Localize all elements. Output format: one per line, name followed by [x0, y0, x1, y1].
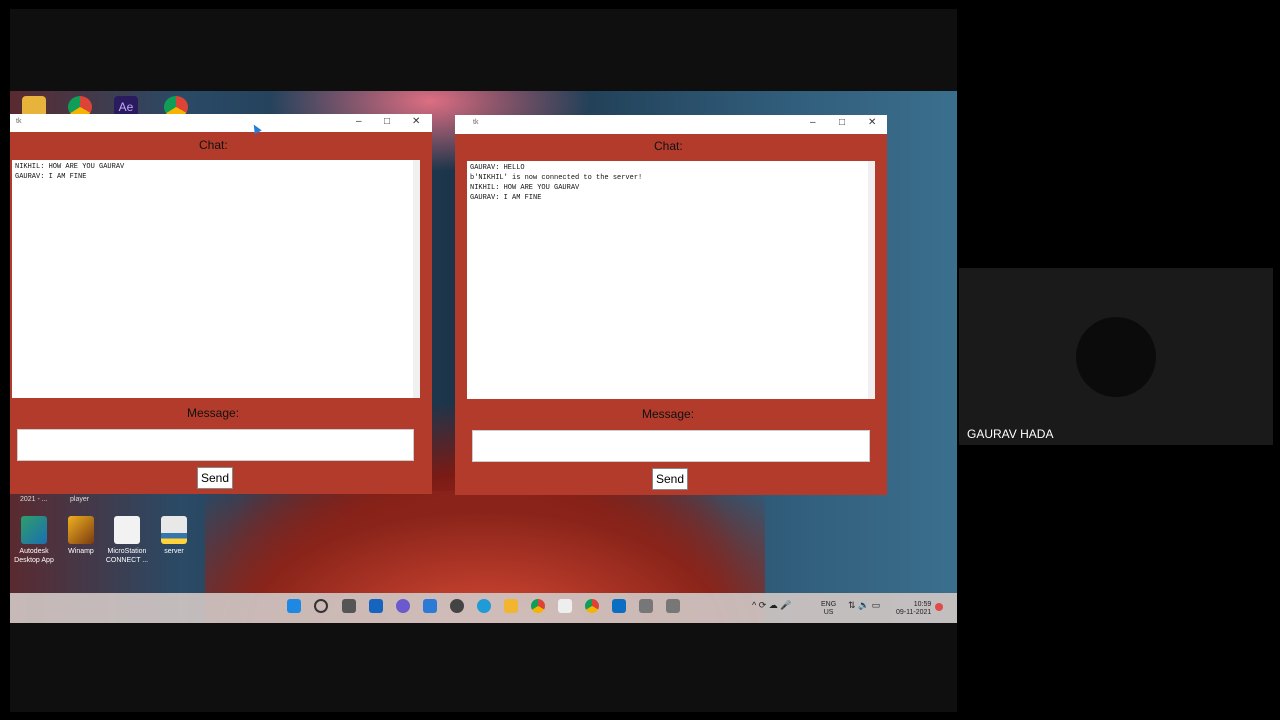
close-icon[interactable]: ✕ [412, 116, 420, 127]
window-titlebar[interactable]: tk – □ ✕ [455, 115, 887, 134]
chat-line: GAURAV: I AM FINE [15, 173, 87, 181]
desktop-icon-autodesk[interactable]: Autodesk Desktop App [8, 516, 60, 565]
window-title: tk [473, 119, 479, 126]
chat-history[interactable]: NIKHIL: HOW ARE YOU GAURAV GAURAV: I AM … [12, 160, 420, 398]
widgets-icon[interactable] [369, 599, 383, 613]
scrollbar[interactable] [413, 160, 420, 398]
region-code: US [823, 609, 834, 616]
chat-label: Chat: [654, 139, 683, 153]
message-label: Message: [642, 407, 695, 421]
language-indicator[interactable]: ENG US [821, 601, 836, 617]
desktop-icon-label: Autodesk Desktop App [14, 548, 54, 564]
autodesk-icon [21, 516, 47, 544]
desktop-icon-label: Winamp [68, 548, 94, 555]
chrome-taskbar-icon-2[interactable] [585, 599, 599, 613]
windows-start-icon[interactable] [287, 599, 301, 613]
desktop-icon-winamp[interactable]: Winamp [55, 516, 107, 556]
desktop-caption: 2021 - ... [20, 496, 48, 503]
message-label: Message: [187, 406, 240, 420]
send-button[interactable]: Send [652, 468, 688, 490]
chat-app-icon[interactable] [396, 599, 410, 613]
maximize-icon[interactable]: □ [384, 116, 390, 127]
desktop-icon-microstation[interactable]: MicroStation CONNECT ... [101, 516, 153, 565]
chat-line: NIKHIL: HOW ARE YOU GAURAV [15, 163, 125, 171]
window-titlebar[interactable]: tk – □ ✕ [10, 114, 432, 132]
minimize-icon[interactable]: – [356, 116, 362, 127]
close-icon[interactable]: ✕ [868, 117, 876, 128]
message-input[interactable] [472, 430, 870, 462]
chat-window-left: tk – □ ✕ Chat: NIKHIL: HOW ARE YOU GAURA… [10, 114, 432, 494]
chat-line: NIKHIL: HOW ARE YOU GAURAV [470, 184, 580, 192]
chat-label: Chat: [199, 138, 228, 152]
minimize-icon[interactable]: – [810, 117, 816, 128]
lang-code: ENG [821, 601, 837, 608]
file-explorer-icon[interactable] [504, 599, 518, 613]
vscode-icon[interactable] [612, 599, 626, 613]
maximize-icon[interactable]: □ [839, 117, 845, 128]
edge-icon[interactable] [477, 599, 491, 613]
desktop-icon-label: server [164, 548, 184, 555]
desktop-icon-server[interactable]: server [148, 516, 200, 556]
clock-time: 10:59 [913, 601, 932, 608]
python-icon[interactable] [639, 599, 653, 613]
search-icon[interactable] [314, 599, 328, 613]
python-icon-2[interactable] [666, 599, 680, 613]
winamp-icon [68, 516, 94, 544]
task-view-icon[interactable] [342, 599, 356, 613]
send-button[interactable]: Send [197, 467, 233, 489]
desktop-icon-label: MicroStation CONNECT ... [105, 548, 149, 564]
avatar [1076, 317, 1156, 397]
store-icon[interactable] [423, 599, 437, 613]
clock-date: 09-11-2021 [896, 609, 932, 616]
participant-tile[interactable]: GAURAV HADA [959, 268, 1273, 445]
clock[interactable]: 10:59 09-11-2021 [896, 601, 931, 617]
chat-line: GAURAV: HELLO [470, 164, 525, 172]
notepad-icon[interactable] [558, 599, 572, 613]
chat-window-right: tk – □ ✕ Chat: GAURAV: HELLO b'NIKHIL' i… [455, 115, 887, 495]
python-file-icon [161, 516, 187, 544]
tray-icons[interactable]: ^ ⟳ ☁ 🎤 [752, 601, 791, 610]
message-input[interactable] [17, 429, 414, 461]
chat-line: b'NIKHIL' is now connected to the server… [470, 174, 643, 182]
chat-history[interactable]: GAURAV: HELLO b'NIKHIL' is now connected… [467, 161, 875, 399]
scrollbar[interactable] [868, 161, 875, 399]
chat-line: GAURAV: I AM FINE [470, 194, 542, 202]
file-icon [114, 516, 140, 544]
desktop-caption: player [70, 496, 90, 503]
notification-icon[interactable] [935, 603, 943, 611]
chrome-taskbar-icon[interactable] [531, 599, 545, 613]
participant-name: GAURAV HADA [967, 427, 1054, 441]
window-title: tk [16, 118, 22, 125]
system-icons[interactable]: ⇅ 🔊 ▭ [848, 601, 880, 610]
dell-icon[interactable] [450, 599, 464, 613]
